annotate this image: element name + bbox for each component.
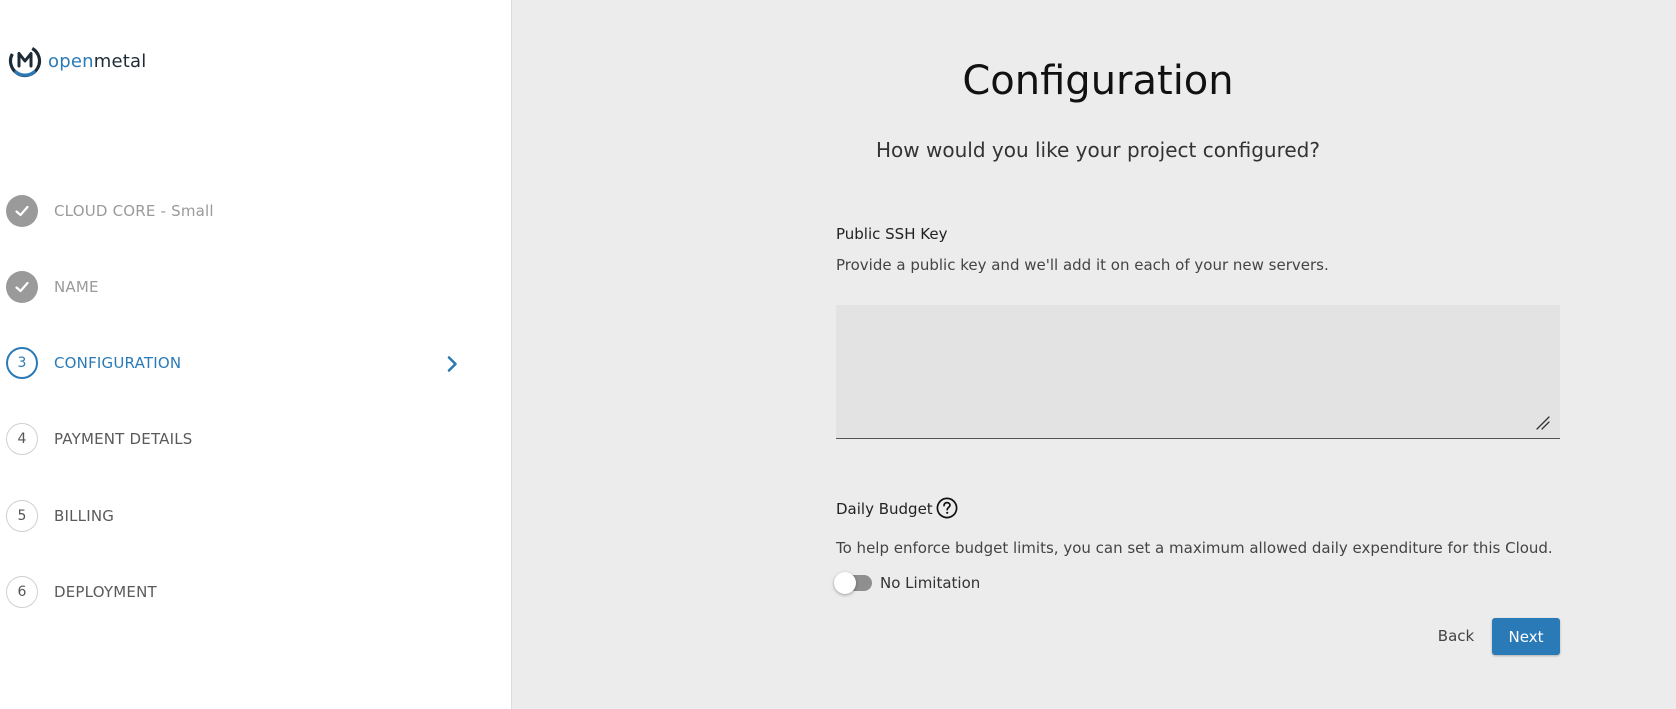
step-4-label: PAYMENT DETAILS	[54, 430, 193, 448]
page-title: Configuration	[962, 58, 1234, 104]
openmetal-logo: openmetal	[8, 44, 146, 78]
step-deployment[interactable]: 6 DEPLOYMENT	[6, 576, 466, 608]
question-circle-icon[interactable]	[936, 497, 958, 519]
page-subtitle: How would you like your project configur…	[876, 138, 1320, 162]
openmetal-logo-icon	[8, 44, 42, 78]
step-payment-details[interactable]: 4 PAYMENT DETAILS	[6, 423, 466, 455]
app-root: openmetal CLOUD CORE - Small NAME 3 CONF…	[0, 0, 1676, 709]
logo-wordmark-metal: metal	[93, 50, 147, 72]
step-3-label: CONFIGURATION	[54, 354, 182, 372]
resize-handle-icon[interactable]	[1536, 416, 1550, 430]
step-6-number-badge: 6	[6, 576, 38, 608]
check-icon	[15, 205, 29, 217]
step-name[interactable]: NAME	[6, 271, 466, 303]
toggle-knob	[834, 572, 856, 594]
check-icon	[15, 281, 29, 293]
next-button[interactable]: Next	[1492, 618, 1560, 655]
step-6-label: DEPLOYMENT	[54, 583, 157, 601]
step-2-complete-badge	[6, 271, 38, 303]
no-limitation-toggle[interactable]: No Limitation	[834, 572, 981, 594]
step-5-label: BILLING	[54, 507, 115, 525]
ssh-key-textarea[interactable]	[836, 305, 1560, 439]
toggle-label: No Limitation	[880, 574, 981, 592]
ssh-key-description: Provide a public key and we'll add it on…	[836, 256, 1329, 274]
back-button[interactable]: Back	[1422, 618, 1490, 654]
step-1-complete-badge	[6, 195, 38, 227]
step-1-label: CLOUD CORE - Small	[54, 202, 214, 220]
main-panel: Configuration How would you like your pr…	[512, 0, 1676, 709]
step-configuration[interactable]: 3 CONFIGURATION	[6, 347, 466, 379]
toggle-switch[interactable]	[834, 572, 872, 594]
step-3-number-badge: 3	[6, 347, 38, 379]
step-4-number-badge: 4	[6, 423, 38, 455]
daily-budget-description: To help enforce budget limits, you can s…	[836, 539, 1553, 557]
step-5-number-badge: 5	[6, 500, 38, 532]
step-cloud-core[interactable]: CLOUD CORE - Small	[6, 195, 466, 227]
step-2-label: NAME	[54, 278, 99, 296]
sidebar: openmetal CLOUD CORE - Small NAME 3 CONF…	[0, 0, 512, 709]
logo-wordmark: openmetal	[48, 51, 146, 72]
ssh-key-label: Public SSH Key	[836, 225, 948, 243]
daily-budget-label: Daily Budget	[836, 500, 933, 518]
chevron-right-icon	[447, 356, 457, 372]
logo-wordmark-open: open	[48, 50, 94, 72]
step-billing[interactable]: 5 BILLING	[6, 500, 466, 532]
